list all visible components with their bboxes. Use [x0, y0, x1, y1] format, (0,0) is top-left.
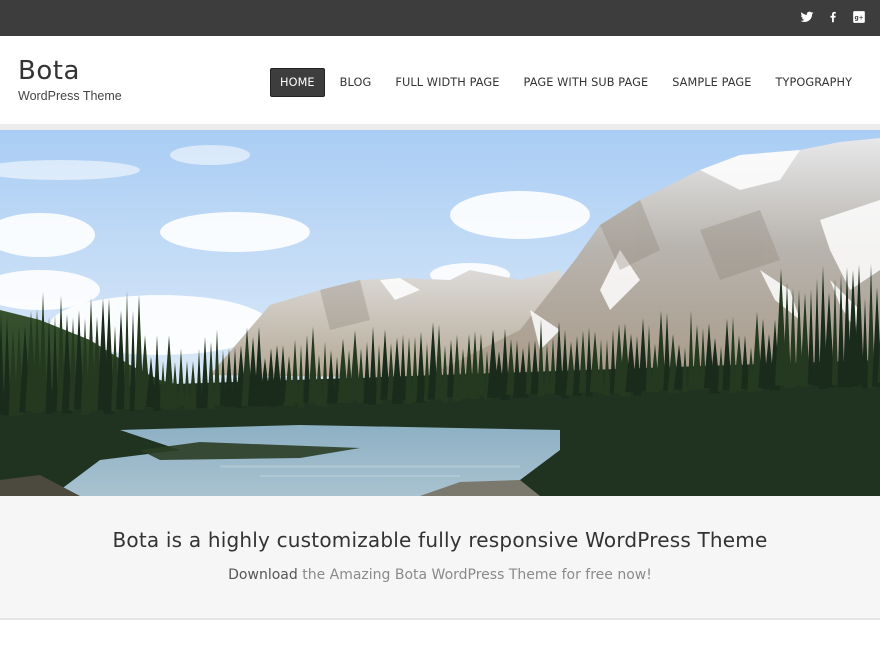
main-nav: HOME BLOG FULL WIDTH PAGE PAGE WITH SUB …: [270, 68, 867, 97]
nav-item-sample-page[interactable]: SAMPLE PAGE: [663, 68, 760, 97]
facebook-icon: [830, 11, 836, 23]
download-link[interactable]: Download: [228, 567, 298, 583]
twitter-link[interactable]: [800, 10, 814, 24]
google-plus-icon: g+: [853, 11, 865, 23]
twitter-icon: [800, 11, 814, 23]
tagline-subtext-rest: the Amazing Bota WordPress Theme for fre…: [297, 567, 652, 583]
site-header: Bota WordPress Theme HOME BLOG FULL WIDT…: [0, 36, 880, 124]
nav-item-full-width-page[interactable]: FULL WIDTH PAGE: [386, 68, 508, 97]
google-plus-link[interactable]: g+: [852, 10, 866, 24]
site-description: WordPress Theme: [18, 89, 122, 103]
social-links: g+: [800, 10, 866, 24]
tagline-section: Bota is a highly customizable fully resp…: [0, 496, 880, 620]
facebook-link[interactable]: [826, 10, 840, 24]
tagline-heading: Bota is a highly customizable fully resp…: [112, 528, 768, 552]
hero-image: [0, 130, 880, 496]
nav-item-typography[interactable]: TYPOGRAPHY: [767, 68, 862, 97]
nav-item-page-with-sub-page[interactable]: PAGE WITH SUB PAGE: [515, 68, 658, 97]
landscape-illustration: [0, 130, 880, 496]
nav-item-blog[interactable]: BLOG: [331, 68, 381, 97]
top-bar: g+: [0, 0, 880, 36]
site-title[interactable]: Bota: [18, 56, 80, 86]
tagline-subtext: Download the Amazing Bota WordPress Them…: [0, 567, 880, 583]
svg-text:g+: g+: [854, 15, 863, 21]
nav-item-home[interactable]: HOME: [270, 68, 325, 97]
